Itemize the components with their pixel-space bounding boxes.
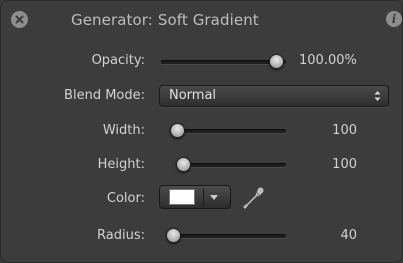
blend-mode-value: Normal xyxy=(169,88,217,103)
stepper-arrows-icon xyxy=(374,91,381,101)
opacity-slider-knob[interactable] xyxy=(269,54,284,69)
info-icon[interactable]: i xyxy=(386,11,402,27)
width-slider-track[interactable] xyxy=(171,129,286,133)
radius-label: Radius: xyxy=(97,228,145,243)
color-swatch[interactable] xyxy=(169,189,195,205)
blend-mode-select[interactable]: Normal xyxy=(159,85,389,107)
width-slider-knob[interactable] xyxy=(170,123,185,138)
height-slider-track[interactable] xyxy=(177,163,286,167)
width-value[interactable]: 100 xyxy=(332,123,357,138)
radius-value[interactable]: 40 xyxy=(340,228,357,243)
panel-title: Generator: Soft Gradient xyxy=(71,11,259,29)
radius-slider-knob[interactable] xyxy=(166,228,181,243)
blend-mode-label: Blend Mode: xyxy=(64,88,145,103)
title-bar: Generator: Soft Gradient i xyxy=(1,1,403,41)
opacity-label: Opacity: xyxy=(91,53,145,68)
color-well-divider xyxy=(203,188,204,206)
eyedropper-icon[interactable] xyxy=(242,186,266,210)
inspector-panel: Generator: Soft Gradient i Opacity: 100.… xyxy=(0,0,403,263)
color-well[interactable] xyxy=(159,185,231,209)
color-label: Color: xyxy=(106,191,145,206)
radius-slider-track[interactable] xyxy=(167,234,286,238)
chevron-down-icon[interactable] xyxy=(209,194,219,201)
height-value[interactable]: 100 xyxy=(332,157,357,172)
height-slider-knob[interactable] xyxy=(176,157,191,172)
opacity-value[interactable]: 100.00% xyxy=(299,53,357,68)
close-icon[interactable] xyxy=(11,11,28,28)
opacity-slider-track[interactable] xyxy=(161,60,286,64)
height-label: Height: xyxy=(97,157,145,172)
width-label: Width: xyxy=(102,123,145,138)
